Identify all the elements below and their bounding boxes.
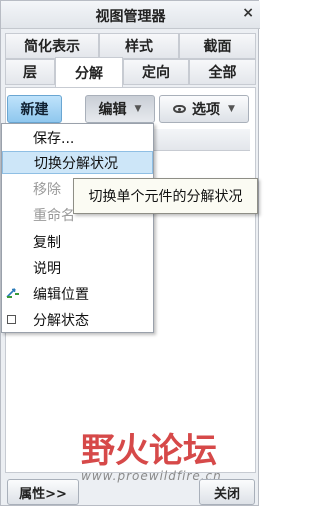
options-button[interactable]: 选项 ▼ xyxy=(159,95,249,123)
menu-item-label: 说明 xyxy=(33,260,61,277)
menu-item-toggle-explode[interactable]: 切换分解状况 xyxy=(2,151,153,174)
close-button[interactable]: 关闭 xyxy=(199,479,255,505)
options-button-label: 选项 xyxy=(192,102,221,118)
tab-layer[interactable]: 层 xyxy=(5,59,55,85)
checkbox-icon[interactable] xyxy=(7,315,16,324)
menu-item-explode-state[interactable]: 分解状态 xyxy=(2,308,153,331)
menu-item-save[interactable]: 保存... xyxy=(2,126,153,149)
menu-item-label: 分解状态 xyxy=(33,312,89,329)
edit-dropdown-menu: 保存... 切换分解状况 移除 重命名 复制 说明 编辑位置 分解状态 xyxy=(1,123,154,333)
tab-all[interactable]: 全部 xyxy=(189,59,256,85)
edit-button-label: 编辑 xyxy=(98,102,127,118)
menu-item-description[interactable]: 说明 xyxy=(2,256,153,279)
menu-item-copy[interactable]: 复制 xyxy=(2,230,153,253)
menu-item-label: 重命名 xyxy=(33,207,75,224)
view-manager-dialog: 视图管理器 × 简化表示 样式 截面 层 分解 定向 全部 新建 编辑 ▼ 选项… xyxy=(0,0,260,506)
tooltip: 切换单个元件的分解状况 xyxy=(73,178,258,214)
menu-item-edit-position[interactable]: 编辑位置 xyxy=(2,282,153,305)
menu-item-label: 切换分解状况 xyxy=(34,155,118,172)
tab-style[interactable]: 样式 xyxy=(99,33,179,59)
tab-simplified-rep[interactable]: 简化表示 xyxy=(5,33,99,59)
menu-item-label: 编辑位置 xyxy=(33,286,89,303)
title-bar: 视图管理器 × xyxy=(1,1,260,29)
edit-button[interactable]: 编辑 ▼ xyxy=(85,95,155,123)
new-button[interactable]: 新建 xyxy=(7,95,62,123)
chevron-down-icon: ▼ xyxy=(228,104,235,114)
menu-item-label: 保存... xyxy=(33,130,75,147)
menu-item-label: 移除 xyxy=(33,181,61,198)
eye-icon xyxy=(173,105,187,113)
tab-orient[interactable]: 定向 xyxy=(123,59,189,85)
tab-explode[interactable]: 分解 xyxy=(55,57,123,88)
close-icon[interactable]: × xyxy=(242,5,254,21)
chevron-down-icon: ▼ xyxy=(134,104,142,114)
menu-item-label: 复制 xyxy=(33,234,61,251)
new-button-label: 新建 xyxy=(20,102,49,118)
tooltip-text: 切换单个元件的分解状况 xyxy=(88,189,243,205)
dialog-title: 视图管理器 xyxy=(95,9,166,25)
edit-position-icon xyxy=(6,287,20,299)
properties-button[interactable]: 属性>> xyxy=(7,479,79,505)
tab-section[interactable]: 截面 xyxy=(179,33,256,59)
